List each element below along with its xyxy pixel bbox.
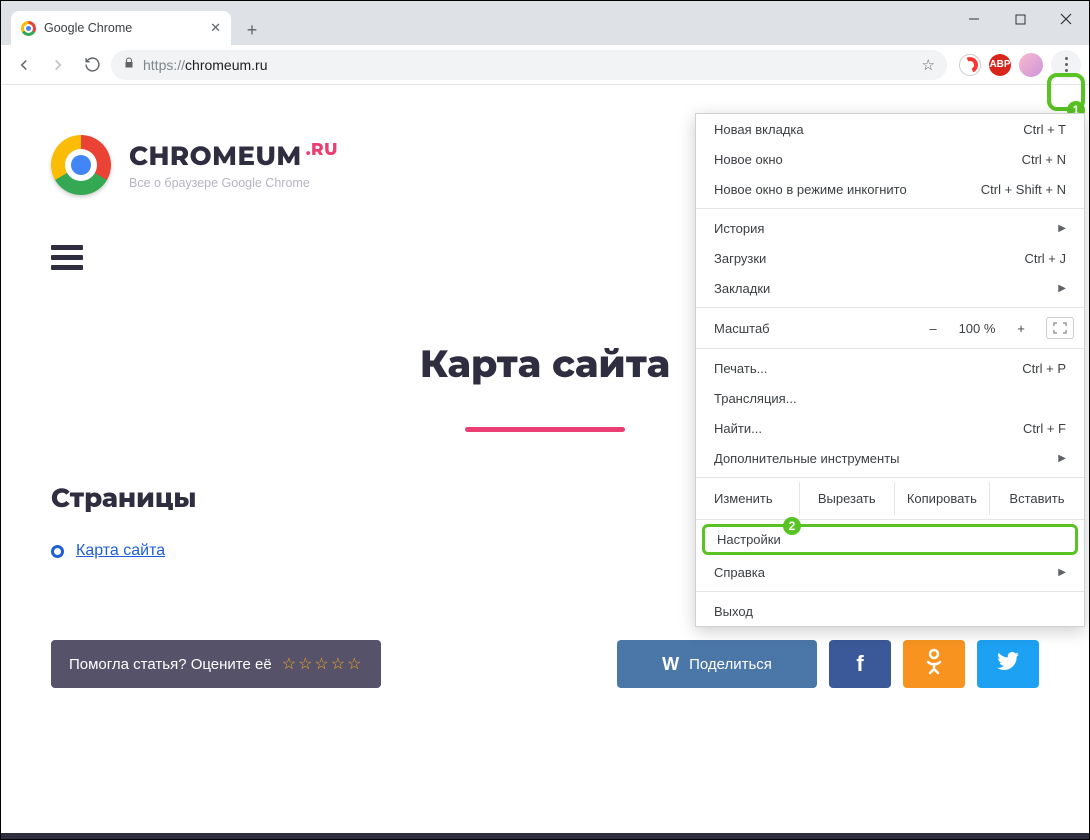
menu-separator bbox=[696, 348, 1084, 349]
share-ok-button[interactable] bbox=[903, 640, 965, 688]
rate-article-box[interactable]: Помогла статья? Оцените её ☆☆☆☆☆ bbox=[51, 640, 381, 688]
browser-toolbar: https://chromeum.ru ☆ ABP bbox=[1, 45, 1089, 85]
menu-settings[interactable]: Настройки 2 bbox=[702, 524, 1078, 555]
chevron-right-icon: ▶ bbox=[1058, 223, 1066, 234]
chevron-right-icon: ▶ bbox=[1058, 567, 1066, 578]
site-menu-button[interactable] bbox=[51, 245, 83, 270]
bullet-icon bbox=[51, 545, 64, 558]
menu-separator bbox=[696, 208, 1084, 209]
twitter-icon bbox=[997, 652, 1019, 676]
menu-separator bbox=[696, 307, 1084, 308]
toolbar-extensions: ABP bbox=[959, 50, 1081, 80]
chevron-right-icon: ▶ bbox=[1058, 453, 1066, 464]
vk-icon: W bbox=[662, 654, 679, 675]
url-text: https://chromeum.ru bbox=[143, 57, 268, 73]
chrome-main-menu: Новая вкладкаCtrl + T Новое окноCtrl + N… bbox=[695, 113, 1085, 627]
menu-separator bbox=[696, 519, 1084, 520]
menu-print[interactable]: Печать...Ctrl + P bbox=[696, 353, 1084, 383]
menu-bookmarks[interactable]: Закладки▶ bbox=[696, 273, 1084, 303]
footer-row: Помогла статья? Оцените её ☆☆☆☆☆ W Подел… bbox=[51, 640, 1039, 688]
share-label: Поделиться bbox=[689, 656, 772, 673]
menu-separator bbox=[696, 477, 1084, 478]
reload-button[interactable] bbox=[77, 50, 107, 80]
share-vk-button[interactable]: W Поделиться bbox=[617, 640, 817, 688]
menu-separator bbox=[696, 591, 1084, 592]
menu-history[interactable]: История▶ bbox=[696, 213, 1084, 243]
menu-cut[interactable]: Вырезать bbox=[800, 482, 895, 515]
share-facebook-button[interactable]: f bbox=[829, 640, 891, 688]
sitemap-link[interactable]: Карта сайта bbox=[76, 542, 165, 560]
maximize-button[interactable] bbox=[997, 1, 1043, 37]
menu-zoom: Масштаб – 100 % + bbox=[696, 312, 1084, 344]
forward-button[interactable] bbox=[43, 50, 73, 80]
menu-copy[interactable]: Копировать bbox=[895, 482, 990, 515]
edit-label: Изменить bbox=[696, 482, 800, 515]
brand-title: CHROMEUM.RU bbox=[129, 140, 338, 172]
fullscreen-button[interactable] bbox=[1046, 317, 1074, 339]
menu-edit-row: Изменить Вырезать Копировать Вставить bbox=[696, 482, 1084, 515]
zoom-label: Масштаб bbox=[714, 321, 916, 336]
bookmark-star-icon[interactable]: ☆ bbox=[922, 56, 935, 74]
menu-downloads[interactable]: ЗагрузкиCtrl + J bbox=[696, 243, 1084, 273]
title-underline bbox=[465, 427, 625, 432]
chrome-menu-button[interactable] bbox=[1051, 50, 1081, 80]
window-controls bbox=[951, 1, 1089, 37]
menu-more-tools[interactable]: Дополнительные инструменты▶ bbox=[696, 443, 1084, 473]
profile-avatar-icon[interactable] bbox=[1019, 53, 1043, 77]
tab-close-icon[interactable]: ✕ bbox=[210, 20, 221, 36]
adblock-extension-icon[interactable]: ABP bbox=[989, 54, 1011, 76]
zoom-value: 100 % bbox=[950, 321, 1004, 336]
menu-new-tab[interactable]: Новая вкладкаCtrl + T bbox=[696, 114, 1084, 144]
lock-icon bbox=[123, 56, 135, 73]
menu-exit[interactable]: Выход bbox=[696, 596, 1084, 626]
address-bar[interactable]: https://chromeum.ru ☆ bbox=[111, 50, 947, 80]
new-tab-button[interactable]: + bbox=[237, 15, 267, 45]
tab-strip: Google Chrome ✕ + bbox=[1, 1, 1089, 45]
page-footer-bar bbox=[1, 833, 1089, 839]
browser-tab[interactable]: Google Chrome ✕ bbox=[11, 11, 231, 45]
close-window-button[interactable] bbox=[1043, 1, 1089, 37]
rate-prompt: Помогла статья? Оцените её bbox=[69, 656, 272, 673]
ok-icon bbox=[924, 647, 944, 681]
minimize-button[interactable] bbox=[951, 1, 997, 37]
menu-incognito[interactable]: Новое окно в режиме инкогнитоCtrl + Shif… bbox=[696, 174, 1084, 204]
back-button[interactable] bbox=[9, 50, 39, 80]
zoom-in-button[interactable]: + bbox=[1004, 321, 1038, 336]
tab-title: Google Chrome bbox=[44, 21, 132, 35]
chrome-logo-icon bbox=[51, 135, 111, 195]
rating-stars-icon[interactable]: ☆☆☆☆☆ bbox=[282, 654, 364, 674]
chrome-favicon-icon bbox=[21, 21, 36, 36]
zoom-out-button[interactable]: – bbox=[916, 321, 950, 336]
menu-help[interactable]: Справка▶ bbox=[696, 557, 1084, 587]
facebook-icon: f bbox=[856, 651, 863, 677]
share-twitter-button[interactable] bbox=[977, 640, 1039, 688]
brand-tagline: Все о браузере Google Chrome bbox=[129, 176, 338, 190]
menu-cast[interactable]: Трансляция... bbox=[696, 383, 1084, 413]
yandex-extension-icon[interactable] bbox=[959, 54, 981, 76]
chevron-right-icon: ▶ bbox=[1058, 283, 1066, 294]
menu-find[interactable]: Найти...Ctrl + F bbox=[696, 413, 1084, 443]
menu-paste[interactable]: Вставить bbox=[990, 482, 1084, 515]
menu-new-window[interactable]: Новое окноCtrl + N bbox=[696, 144, 1084, 174]
